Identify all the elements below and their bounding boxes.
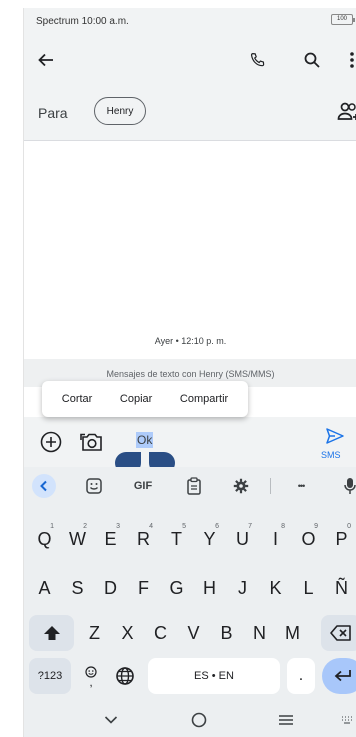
keyboard: GIF ••• Q1 W2 E3 R4 T5 Y6 U7 I8 O9 P0 A …: [24, 467, 356, 702]
messages-screen: Spectrum 10:00 a.m. 100 Para Henry Ayer …: [23, 8, 356, 737]
symbols-key[interactable]: ?123: [29, 658, 71, 694]
nav-home-icon[interactable]: [188, 710, 210, 730]
key-b[interactable]: B: [213, 615, 240, 651]
globe-language-icon[interactable]: [110, 658, 140, 694]
status-bar: Spectrum 10:00 a.m. 100: [24, 8, 356, 34]
recipient-chip-name: Henry: [106, 105, 134, 117]
key-u[interactable]: U7: [229, 521, 256, 557]
keyboard-toolbar: GIF •••: [24, 467, 356, 505]
enter-key[interactable]: [322, 658, 356, 694]
send-icon[interactable]: [322, 423, 348, 449]
shift-key[interactable]: [29, 615, 74, 651]
send-sms-label: SMS: [321, 450, 341, 460]
status-text: Spectrum 10:00 a.m.: [36, 16, 129, 27]
compose-bar: Ok SMS: [24, 417, 356, 474]
nav-keyboard-icon[interactable]: [340, 710, 354, 730]
message-timestamp: Ayer • 12:10 p. m.: [154, 336, 227, 346]
sticker-icon[interactable]: [82, 474, 106, 498]
space-bar[interactable]: ES • EN: [148, 658, 280, 694]
toolbar-separator: [270, 478, 271, 494]
key-k[interactable]: K: [262, 570, 289, 606]
phone-call-icon[interactable]: [246, 48, 270, 72]
key-x[interactable]: X: [114, 615, 141, 651]
key-j[interactable]: J: [229, 570, 256, 606]
recipient-row: Para Henry: [24, 86, 356, 140]
key-v[interactable]: V: [180, 615, 207, 651]
clipboard-icon[interactable]: [182, 474, 206, 498]
emoji-key-comma: ,: [89, 675, 93, 689]
key-o[interactable]: O9: [295, 521, 322, 557]
microphone-icon[interactable]: [340, 474, 356, 498]
conversation-type-note: Mensajes de texto con Henry (SMS/MMS): [106, 369, 275, 379]
left-gutter: [0, 0, 23, 737]
navigation-bar: [24, 702, 356, 737]
battery-icon: 100: [331, 14, 355, 25]
gif-button[interactable]: GIF: [128, 474, 158, 498]
key-t[interactable]: T5: [163, 521, 190, 557]
add-attachment-icon[interactable]: [38, 429, 64, 455]
key-d[interactable]: D: [97, 570, 124, 606]
compose-text-selected[interactable]: Ok: [136, 432, 154, 448]
key-p[interactable]: P0: [328, 521, 355, 557]
key-m[interactable]: M: [279, 615, 306, 651]
more-toolbar-button[interactable]: •••: [288, 474, 314, 498]
key-y[interactable]: Y6: [196, 521, 223, 557]
add-person-icon[interactable]: [337, 101, 356, 128]
nav-chevron-down-icon[interactable]: [100, 710, 122, 730]
text-selection-menu: Cortar Copiar Compartir: [42, 381, 248, 417]
key-h[interactable]: H: [196, 570, 223, 606]
key-c[interactable]: C: [147, 615, 174, 651]
recipient-chip[interactable]: Henry: [94, 97, 146, 125]
key-r[interactable]: R4: [130, 521, 157, 557]
search-icon[interactable]: [300, 48, 324, 72]
share-menu-item[interactable]: Compartir: [180, 393, 228, 405]
key-z[interactable]: Z: [81, 615, 108, 651]
key-n-tilde[interactable]: Ñ: [328, 570, 355, 606]
emoji-key[interactable]: ,: [78, 658, 104, 694]
key-w[interactable]: W2: [64, 521, 91, 557]
nav-recents-icon[interactable]: [275, 710, 297, 730]
top-app-bar: [24, 34, 356, 86]
key-a[interactable]: A: [31, 570, 58, 606]
to-label: Para: [38, 105, 68, 121]
key-f[interactable]: F: [130, 570, 157, 606]
more-vert-icon[interactable]: [340, 48, 356, 72]
back-arrow-icon[interactable]: [34, 48, 58, 72]
key-q[interactable]: Q1: [31, 521, 58, 557]
header-divider: [24, 140, 356, 141]
period-key[interactable]: .: [287, 658, 315, 694]
key-l[interactable]: L: [295, 570, 322, 606]
settings-gear-icon[interactable]: [229, 474, 253, 498]
key-i[interactable]: I8: [262, 521, 289, 557]
key-n[interactable]: N: [246, 615, 273, 651]
key-s[interactable]: S: [64, 570, 91, 606]
camera-icon[interactable]: [79, 429, 105, 455]
key-e[interactable]: E3: [97, 521, 124, 557]
chevron-left-icon[interactable]: [32, 474, 56, 498]
copy-menu-item[interactable]: Copiar: [120, 393, 152, 405]
key-g[interactable]: G: [163, 570, 190, 606]
backspace-key[interactable]: [321, 615, 356, 651]
cut-menu-item[interactable]: Cortar: [62, 393, 93, 405]
